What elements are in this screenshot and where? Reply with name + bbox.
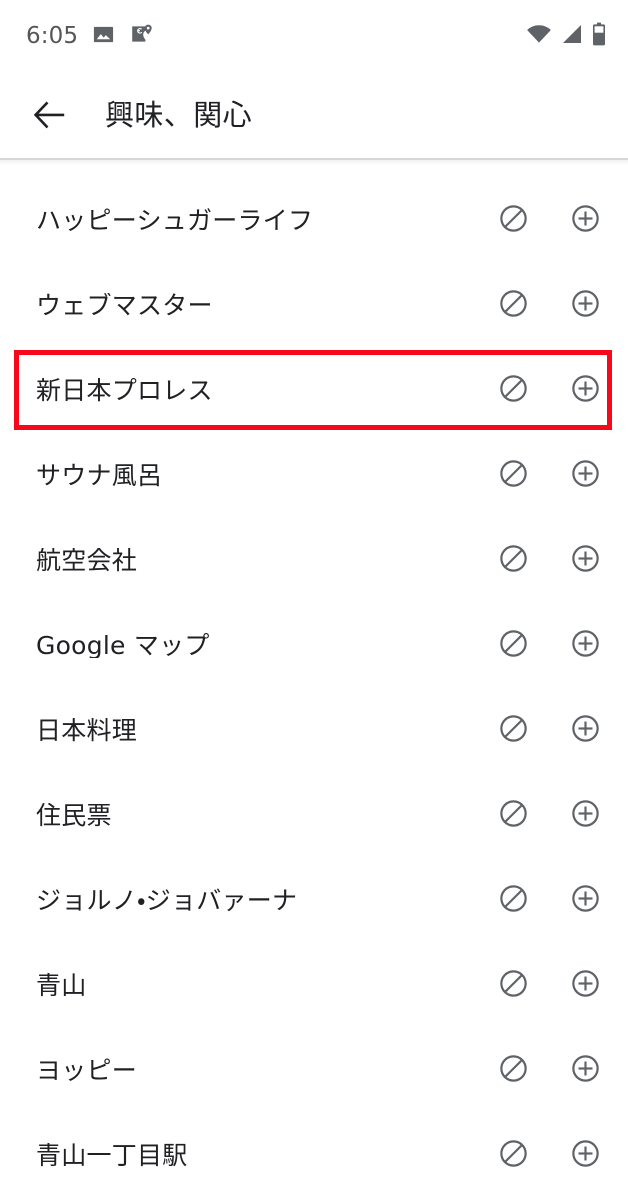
add-interest-button[interactable] bbox=[549, 355, 621, 427]
list-item-label: 新日本プロレス bbox=[36, 378, 213, 403]
block-interest-button[interactable] bbox=[477, 440, 549, 512]
back-button[interactable] bbox=[30, 95, 70, 135]
list-item-label: 航空会社 bbox=[36, 548, 138, 573]
status-bar-right bbox=[526, 22, 606, 50]
list-item-actions bbox=[477, 1120, 628, 1192]
add-interest-button[interactable] bbox=[549, 695, 621, 767]
list-item-label: サウナ風呂 bbox=[36, 463, 163, 488]
block-interest-button[interactable] bbox=[477, 1120, 549, 1192]
list-item[interactable]: 日本料理 bbox=[0, 688, 628, 773]
add-interest-button[interactable] bbox=[549, 950, 621, 1022]
plus-circle-icon bbox=[570, 288, 601, 323]
plus-circle-icon bbox=[570, 458, 601, 493]
block-icon bbox=[498, 968, 529, 1003]
list-item-actions bbox=[477, 865, 628, 937]
plus-circle-icon bbox=[570, 203, 601, 238]
list-item-label: ウェブマスター bbox=[36, 293, 213, 318]
block-interest-button[interactable] bbox=[477, 1035, 549, 1107]
block-interest-button[interactable] bbox=[477, 525, 549, 597]
block-icon bbox=[498, 1053, 529, 1088]
add-interest-button[interactable] bbox=[549, 610, 621, 682]
list-item-label: 住民票 bbox=[36, 803, 112, 828]
plus-circle-icon bbox=[570, 968, 601, 1003]
list-item-label: ジョルノ・ジョバァーナ bbox=[36, 888, 298, 913]
list-item-actions bbox=[477, 355, 628, 427]
list-item[interactable]: 青山 bbox=[0, 943, 628, 1028]
block-interest-button[interactable] bbox=[477, 610, 549, 682]
plus-circle-icon bbox=[570, 628, 601, 663]
add-interest-button[interactable] bbox=[549, 525, 621, 597]
block-interest-button[interactable] bbox=[477, 270, 549, 342]
plus-circle-icon bbox=[570, 713, 601, 748]
status-bar-left: 6:05 bbox=[26, 22, 153, 50]
list-item[interactable]: サウナ風呂 bbox=[0, 433, 628, 518]
list-item[interactable]: 新日本プロレス bbox=[0, 348, 628, 433]
block-icon bbox=[498, 883, 529, 918]
block-icon bbox=[498, 543, 529, 578]
page-title: 興味、関心 bbox=[105, 97, 253, 132]
interest-list: ハッピーシュガーライフ ウェブマスター 新日本プロレス サウナ風呂航空会社 Google… bbox=[0, 165, 628, 1198]
list-item[interactable]: 航空会社 bbox=[0, 518, 628, 603]
add-interest-button[interactable] bbox=[549, 185, 621, 257]
list-item[interactable]: ハッピーシュガーライフ bbox=[0, 178, 628, 263]
add-interest-button[interactable] bbox=[549, 1120, 621, 1192]
block-interest-button[interactable] bbox=[477, 695, 549, 767]
photo-icon bbox=[92, 23, 115, 50]
cell-signal-icon bbox=[561, 23, 583, 49]
list-item-label: 日本料理 bbox=[36, 718, 138, 743]
list-item-actions bbox=[477, 440, 628, 512]
back-arrow-icon bbox=[33, 101, 65, 129]
block-icon bbox=[498, 458, 529, 493]
block-icon bbox=[498, 373, 529, 408]
plus-circle-icon bbox=[570, 373, 601, 408]
battery-icon bbox=[592, 22, 606, 50]
add-interest-button[interactable] bbox=[549, 865, 621, 937]
plus-circle-icon bbox=[570, 543, 601, 578]
block-icon bbox=[498, 713, 529, 748]
block-interest-button[interactable] bbox=[477, 780, 549, 852]
add-interest-button[interactable] bbox=[549, 270, 621, 342]
add-interest-button[interactable] bbox=[549, 780, 621, 852]
block-icon bbox=[498, 203, 529, 238]
block-interest-button[interactable] bbox=[477, 185, 549, 257]
list-item-label: 青山 bbox=[36, 973, 87, 998]
list-item-label: 青山一丁目駅 bbox=[36, 1143, 188, 1168]
block-icon bbox=[498, 628, 529, 663]
list-item-label: ハッピーシュガーライフ bbox=[36, 208, 314, 233]
list-item-actions bbox=[477, 950, 628, 1022]
list-item-actions bbox=[477, 695, 628, 767]
plus-circle-icon bbox=[570, 1053, 601, 1088]
list-item-actions bbox=[477, 610, 628, 682]
list-item-label: Google マップ bbox=[36, 633, 210, 658]
list-item-actions bbox=[477, 780, 628, 852]
list-item[interactable]: ヨッピー bbox=[0, 1028, 628, 1113]
list-item[interactable]: ウェブマスター bbox=[0, 263, 628, 348]
plus-circle-icon bbox=[570, 798, 601, 833]
list-item[interactable]: 住民票 bbox=[0, 773, 628, 858]
status-bar: 6:05 bbox=[0, 0, 628, 72]
block-icon bbox=[498, 1138, 529, 1173]
plus-circle-icon bbox=[570, 1138, 601, 1173]
wifi-icon bbox=[526, 23, 552, 49]
list-item[interactable]: 青山一丁目駅 bbox=[0, 1113, 628, 1198]
list-item[interactable]: ジョルノ・ジョバァーナ bbox=[0, 858, 628, 943]
block-interest-button[interactable] bbox=[477, 865, 549, 937]
app-bar: 興味、関心 bbox=[0, 72, 628, 158]
list-item-actions bbox=[477, 185, 628, 257]
plus-circle-icon bbox=[570, 883, 601, 918]
add-interest-button[interactable] bbox=[549, 440, 621, 512]
google-maps-icon bbox=[129, 22, 153, 50]
add-interest-button[interactable] bbox=[549, 1035, 621, 1107]
block-interest-button[interactable] bbox=[477, 950, 549, 1022]
list-item-label: ヨッピー bbox=[36, 1058, 138, 1083]
block-icon bbox=[498, 798, 529, 833]
block-interest-button[interactable] bbox=[477, 355, 549, 427]
list-item-actions bbox=[477, 270, 628, 342]
list-item-actions bbox=[477, 525, 628, 597]
status-clock: 6:05 bbox=[26, 22, 79, 49]
list-item-actions bbox=[477, 1035, 628, 1107]
list-item[interactable]: Google マップ bbox=[0, 603, 628, 688]
block-icon bbox=[498, 288, 529, 323]
